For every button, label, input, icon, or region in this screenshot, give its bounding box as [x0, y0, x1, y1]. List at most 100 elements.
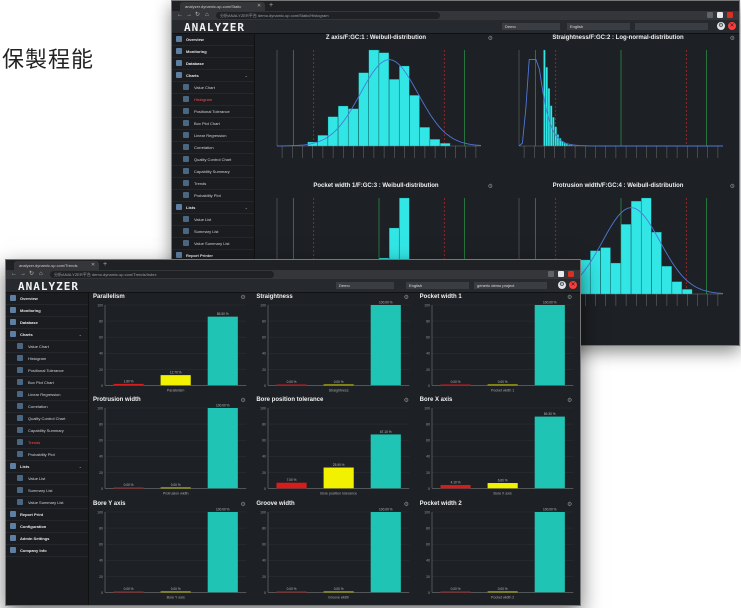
histogram-bar	[358, 72, 369, 147]
home-icon[interactable]: ⌂	[205, 11, 209, 20]
chart-settings-icon[interactable]: ⚙	[730, 35, 735, 42]
sidebar-item-monitoring[interactable]: Monitoring	[172, 46, 254, 58]
sidebar-item-lists[interactable]: Lists ⌄	[172, 202, 254, 214]
sidebar-item-histogram[interactable]: Histogram	[6, 353, 88, 365]
y-tick-label: 60	[262, 439, 266, 443]
chart-settings-icon[interactable]: ⚙	[567, 397, 572, 404]
sidebar-item-summary-list[interactable]: Summary List	[6, 485, 88, 497]
new-tab-icon[interactable]: +	[269, 1, 273, 11]
tab-close-icon[interactable]: ✕	[257, 2, 261, 11]
sidebar-item-correlation[interactable]: Correlation	[172, 142, 254, 154]
y-tick-label: 80	[426, 320, 430, 324]
forward-arrow-icon[interactable]: →	[20, 270, 26, 279]
browser-tab[interactable]: analyzer.dynamic-sp.com/Static	[180, 2, 265, 11]
forward-arrow-icon[interactable]: →	[186, 11, 192, 20]
close-circle-icon[interactable]: ✕	[728, 22, 736, 30]
sidebar-item-box-plot-chart[interactable]: Box Plot Chart	[172, 118, 254, 130]
chart-settings-icon[interactable]: ⚙	[404, 294, 409, 301]
chevron-down-icon[interactable]: ⌄	[79, 461, 82, 472]
sidebar-item-linear-regression[interactable]: Linear Regression	[172, 130, 254, 142]
sidebar-item-value-summary-list[interactable]: Value Summary List	[172, 238, 254, 250]
sidebar-item-admin-settings[interactable]: Admin Settings	[6, 533, 88, 545]
demo-select[interactable]: Demo	[502, 23, 560, 30]
chart-settings-icon[interactable]: ⚙	[404, 397, 409, 404]
sidebar-item-company-info[interactable]: Company Info	[6, 545, 88, 557]
back-arrow-icon[interactable]: ←	[11, 270, 17, 279]
tab-close-icon[interactable]: ✕	[91, 261, 95, 270]
sidebar-item-monitoring[interactable]: Monitoring	[6, 305, 88, 317]
sidebar-item-lists[interactable]: Lists ⌄	[6, 461, 88, 473]
sidebar-item-linear-regression[interactable]: Linear Regression	[6, 389, 88, 401]
sidebar-item-database[interactable]: Database	[6, 317, 88, 329]
sidebar-item-probability-plot[interactable]: Probability Plot	[172, 190, 254, 202]
chart-settings-icon[interactable]: ⚙	[567, 501, 572, 508]
chart-settings-icon[interactable]: ⚙	[567, 294, 572, 301]
chart-settings-icon[interactable]: ⚙	[240, 397, 245, 404]
sidebar-item-value-list[interactable]: Value List	[172, 214, 254, 226]
extension-icon[interactable]	[548, 271, 554, 277]
sidebar-item-label: Value Summary List	[194, 241, 230, 246]
sidebar-item-database[interactable]: Database	[172, 58, 254, 70]
chart-settings-icon[interactable]: ⚙	[240, 501, 245, 508]
reload-icon[interactable]: ↻	[29, 270, 34, 279]
sidebar-item-trends[interactable]: Trends	[6, 437, 88, 449]
demo-select[interactable]: Demo	[336, 282, 394, 289]
sidebar-item-value-list[interactable]: Value List	[6, 473, 88, 485]
sidebar-item-probability-plot[interactable]: Probability Plot	[6, 449, 88, 461]
chart-settings-icon[interactable]: ⚙	[488, 35, 493, 42]
sidebar-item-positional-tolerance[interactable]: Positional Tolerance	[172, 106, 254, 118]
profile-icon[interactable]	[568, 271, 574, 277]
chevron-down-icon[interactable]: ⌄	[245, 202, 248, 213]
chart-title: Bore X axis	[419, 397, 453, 404]
sidebar-item-overview[interactable]: Overview	[172, 34, 254, 46]
sidebar-item-capability-summary[interactable]: Capability Summary	[6, 425, 88, 437]
home-icon[interactable]: ⌂	[39, 270, 43, 279]
sidebar-item-overview[interactable]: Overview	[6, 293, 88, 305]
new-tab-icon[interactable]: +	[103, 260, 107, 270]
bar-value-label: 0.00 %	[287, 380, 297, 384]
chart-settings-icon[interactable]: ⚙	[240, 294, 245, 301]
app-header: ANALYZER Demo English ⚙ ✕	[172, 20, 739, 34]
chevron-down-icon[interactable]: ⌄	[79, 329, 82, 340]
sidebar-item-positional-tolerance[interactable]: Positional Tolerance	[6, 365, 88, 377]
y-tick-label: 60	[99, 439, 103, 443]
y-tick-label: 20	[262, 368, 266, 372]
sidebar-item-histogram[interactable]: Histogram	[172, 94, 254, 106]
sidebar-item-value-chart[interactable]: Value Chart	[6, 341, 88, 353]
settings-gear-icon[interactable]: ⚙	[558, 281, 566, 289]
chart-settings-icon[interactable]: ⚙	[730, 183, 735, 190]
bookmark-icon[interactable]	[717, 12, 723, 18]
browser-tab[interactable]: analyzer.dynamic-sp.com/Trends	[14, 261, 99, 270]
language-select[interactable]: English	[406, 282, 469, 289]
sidebar-item-quality-control-chart[interactable]: Quality Control Chart	[6, 413, 88, 425]
sidebar-item-label: Lists	[186, 205, 196, 210]
sidebar-item-correlation[interactable]: Correlation	[6, 401, 88, 413]
project-select[interactable]	[635, 23, 708, 30]
settings-gear-icon[interactable]: ⚙	[717, 22, 725, 30]
chevron-down-icon[interactable]: ⌄	[245, 70, 248, 81]
sidebar-item-quality-control-chart[interactable]: Quality Control Chart	[172, 154, 254, 166]
sidebar-item-charts[interactable]: Charts ⌄	[6, 329, 88, 341]
extension-icon[interactable]	[707, 12, 713, 18]
sidebar-item-summary-list[interactable]: Summary List	[172, 226, 254, 238]
chart-settings-icon[interactable]: ⚙	[488, 183, 493, 190]
close-circle-icon[interactable]: ✕	[569, 281, 577, 289]
url-field[interactable]: 分析ANALYZER平台 demo.dynamic-sp.com/Trends/…	[50, 271, 274, 278]
project-select[interactable]: generic demo project	[474, 282, 547, 289]
sidebar-item-configuration[interactable]: Configuration	[6, 521, 88, 533]
chart-settings-icon[interactable]: ⚙	[404, 501, 409, 508]
sidebar-item-charts[interactable]: Charts ⌄	[172, 70, 254, 82]
sidebar-item-report-print[interactable]: Report Print	[6, 509, 88, 521]
sidebar-item-box-plot-chart[interactable]: Box Plot Chart	[6, 377, 88, 389]
language-select[interactable]: English	[567, 23, 630, 30]
profile-icon[interactable]	[727, 12, 733, 18]
url-field[interactable]: 分析ANALYZER平台 demo.dynamic-sp.com/Static/…	[216, 12, 440, 19]
bookmark-icon[interactable]	[558, 271, 564, 277]
sidebar-item-value-chart[interactable]: Value Chart	[172, 82, 254, 94]
sidebar-item-value-summary-list[interactable]: Value Summary List	[6, 497, 88, 509]
y-tick-label: 20	[99, 368, 103, 372]
back-arrow-icon[interactable]: ←	[177, 11, 183, 20]
sidebar-item-capability-summary[interactable]: Capability Summary	[172, 166, 254, 178]
reload-icon[interactable]: ↻	[195, 11, 200, 20]
sidebar-item-trends[interactable]: Trends	[172, 178, 254, 190]
